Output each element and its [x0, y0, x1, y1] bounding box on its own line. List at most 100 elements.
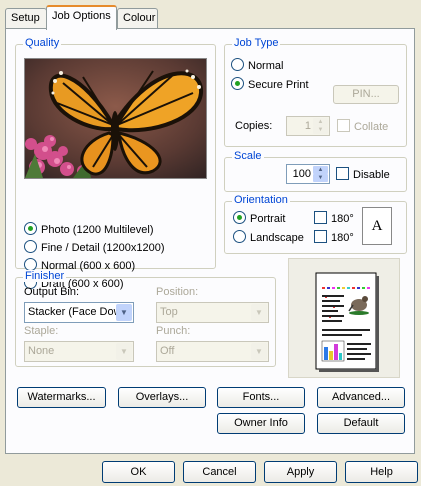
- butterfly-image: [25, 59, 206, 178]
- quality-option-label: Photo (1200 Multilevel): [41, 224, 154, 236]
- portrait-rotate-checkbox[interactable]: 180°: [314, 211, 354, 225]
- collate-checkbox[interactable]: Collate: [337, 119, 388, 133]
- staple-label: Staple:: [24, 325, 59, 337]
- chevron-down-icon[interactable]: ▼: [251, 304, 267, 321]
- copies-label: Copies:: [235, 120, 273, 132]
- punch-select[interactable]: Off ▼: [156, 341, 269, 362]
- tab-label: Setup: [11, 12, 40, 24]
- job-type-normal-radio[interactable]: Normal: [231, 58, 283, 72]
- pin-button[interactable]: PIN...: [333, 85, 399, 104]
- page-preview: [288, 258, 400, 378]
- button-label: Apply: [286, 466, 315, 478]
- chevron-down-icon[interactable]: ▼: [251, 343, 267, 360]
- finisher-group: Finisher Output Bin: Stacker (Face Dow ▼…: [15, 270, 276, 367]
- landscape-rotate-checkbox[interactable]: 180°: [314, 230, 354, 244]
- job-options-panel: Quality Photo (1200 Multilevel) Fine / D…: [5, 28, 415, 454]
- landscape-label: Landscape: [250, 232, 304, 244]
- collate-label: Collate: [354, 121, 389, 133]
- fonts-button[interactable]: Fonts...: [217, 387, 305, 408]
- orientation-letter: A: [371, 218, 383, 234]
- quality-option-fine[interactable]: Fine / Detail (1200x1200): [24, 240, 165, 254]
- punch-label: Punch:: [156, 325, 191, 337]
- spin-up-icon[interactable]: ▲: [313, 118, 328, 126]
- spin-down-icon[interactable]: ▼: [313, 174, 328, 182]
- button-label: OK: [130, 466, 147, 478]
- overlays-button[interactable]: Overlays...: [118, 387, 206, 408]
- pin-button-label: PIN...: [352, 88, 380, 100]
- quality-group: Quality Photo (1200 Multilevel) Fine / D…: [15, 37, 216, 290]
- quality-preview-image: [24, 58, 207, 179]
- scale-value: 100: [292, 168, 311, 180]
- help-button[interactable]: Help: [345, 461, 418, 483]
- owner-info-button[interactable]: Owner Info: [217, 413, 305, 434]
- orientation-group: Orientation Portrait Landscape 180° 180°…: [224, 194, 407, 254]
- scale-group: Scale 100 ▲ ▼ Disable: [224, 150, 407, 192]
- radio-icon: [231, 77, 244, 90]
- quality-title: Quality: [23, 37, 62, 49]
- rotate-label: 180°: [331, 232, 354, 244]
- button-label: Watermarks...: [27, 391, 96, 403]
- checkbox-icon: [336, 167, 349, 180]
- scale-spinner[interactable]: 100 ▲ ▼: [286, 164, 330, 184]
- button-label: Overlays...: [135, 391, 189, 403]
- radio-icon: [231, 58, 244, 71]
- orientation-portrait-radio[interactable]: Portrait: [233, 211, 285, 225]
- scale-disable-label: Disable: [353, 169, 390, 181]
- position-label: Position:: [156, 286, 199, 298]
- checkbox-icon: [314, 211, 327, 224]
- orientation-title: Orientation: [232, 194, 290, 206]
- copies-value: 1: [304, 120, 311, 132]
- tab-job-options[interactable]: Job Options: [46, 5, 117, 30]
- tab-colour[interactable]: Colour: [117, 8, 158, 28]
- tab-setup[interactable]: Setup: [5, 8, 47, 28]
- radio-icon: [24, 222, 37, 235]
- output-bin-label: Output Bin:: [24, 286, 80, 298]
- quality-option-label: Fine / Detail (1200x1200): [41, 242, 165, 254]
- button-label: Cancel: [202, 466, 237, 478]
- staple-select[interactable]: None ▼: [24, 341, 134, 362]
- chevron-down-icon[interactable]: ▼: [116, 304, 132, 321]
- tab-label: Job Options: [52, 10, 111, 22]
- quality-option-photo[interactable]: Photo (1200 Multilevel): [24, 222, 154, 236]
- job-type-secure-label: Secure Print: [248, 79, 309, 91]
- output-bin-value: Stacker (Face Dow: [28, 306, 122, 318]
- copies-spinner[interactable]: 1 ▲ ▼: [286, 116, 330, 136]
- apply-button[interactable]: Apply: [264, 461, 337, 483]
- job-type-group: Job Type Normal Secure Print PIN... Copi…: [224, 37, 407, 147]
- spin-up-icon[interactable]: ▲: [313, 166, 328, 174]
- output-bin-select[interactable]: Stacker (Face Dow ▼: [24, 302, 134, 323]
- rotate-label: 180°: [331, 213, 354, 225]
- button-label: Default: [343, 417, 379, 429]
- button-label: Advanced...: [331, 391, 391, 403]
- advanced-button[interactable]: Advanced...: [317, 387, 405, 408]
- orientation-page-icon: A: [362, 207, 392, 245]
- checkbox-icon: [337, 119, 350, 132]
- watermarks-button[interactable]: Watermarks...: [17, 387, 106, 408]
- default-button[interactable]: Default: [317, 413, 405, 434]
- cancel-button[interactable]: Cancel: [183, 461, 256, 483]
- radio-icon: [24, 240, 37, 253]
- page-preview-icon: [315, 272, 379, 372]
- job-type-title: Job Type: [232, 37, 281, 49]
- button-label: Help: [370, 466, 393, 478]
- ok-button[interactable]: OK: [102, 461, 175, 483]
- portrait-label: Portrait: [250, 213, 286, 225]
- orientation-landscape-radio[interactable]: Landscape: [233, 230, 304, 244]
- chevron-down-icon[interactable]: ▼: [116, 343, 132, 360]
- checkbox-icon: [314, 230, 327, 243]
- position-select[interactable]: Top ▼: [156, 302, 269, 323]
- job-type-secure-radio[interactable]: Secure Print: [231, 77, 309, 91]
- job-type-normal-label: Normal: [248, 60, 284, 72]
- staple-value: None: [28, 345, 55, 357]
- scale-disable-checkbox[interactable]: Disable: [336, 167, 390, 181]
- radio-icon: [233, 211, 246, 224]
- radio-icon: [233, 230, 246, 243]
- finisher-title: Finisher: [23, 270, 67, 282]
- position-value: Top: [160, 306, 178, 318]
- button-label: Fonts...: [242, 391, 280, 403]
- punch-value: Off: [160, 345, 175, 357]
- scale-title: Scale: [232, 150, 264, 162]
- tab-label: Colour: [123, 12, 156, 24]
- button-label: Owner Info: [234, 417, 288, 429]
- spin-down-icon[interactable]: ▼: [313, 126, 328, 134]
